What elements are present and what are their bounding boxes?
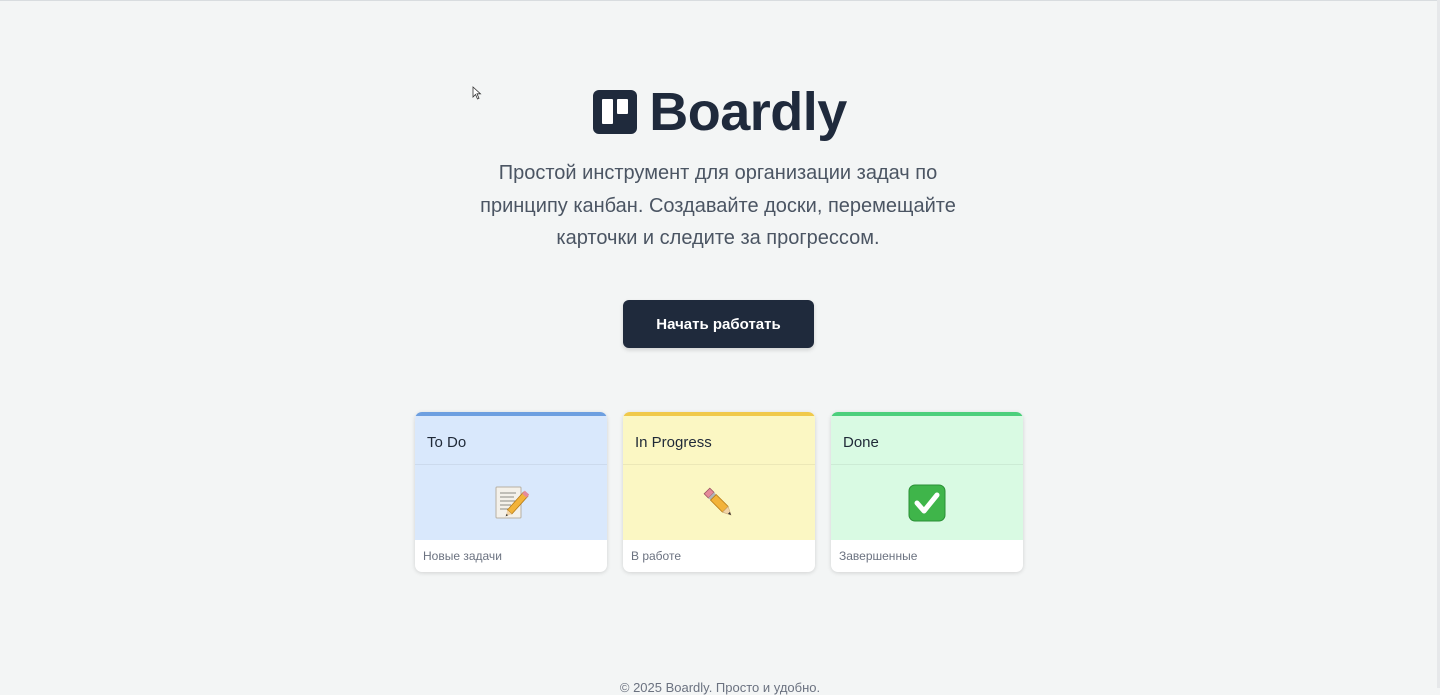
card-caption: В работе <box>631 549 682 563</box>
card-header: In Progress <box>623 416 815 465</box>
column-card-todo[interactable]: To Do Новые задачи <box>415 412 607 572</box>
pencil-icon <box>703 487 732 515</box>
brand-logo: Boardly <box>0 84 1440 140</box>
column-card-done[interactable]: Done Завершенные <box>831 412 1023 572</box>
check-mark-icon <box>908 484 946 521</box>
card-body <box>831 465 1023 540</box>
memo-icon <box>495 486 529 518</box>
card-header: To Do <box>415 416 607 465</box>
tagline: Простой инструмент для организации задач… <box>480 162 956 249</box>
card-body <box>415 465 607 540</box>
card-header: Done <box>831 416 1023 465</box>
card-caption: Новые задачи <box>423 549 502 563</box>
start-button[interactable]: Начать работать <box>623 300 814 348</box>
card-caption: Завершенные <box>839 549 918 563</box>
card-body <box>623 465 815 540</box>
board-logo-icon <box>593 90 638 134</box>
top-border <box>0 0 1440 1</box>
card-title: Done <box>843 434 879 451</box>
brand-name: Boardly <box>649 82 847 142</box>
card-title: In Progress <box>635 434 712 451</box>
column-card-in-progress[interactable]: In Progress В работе <box>623 412 815 572</box>
card-title: To Do <box>427 434 467 451</box>
